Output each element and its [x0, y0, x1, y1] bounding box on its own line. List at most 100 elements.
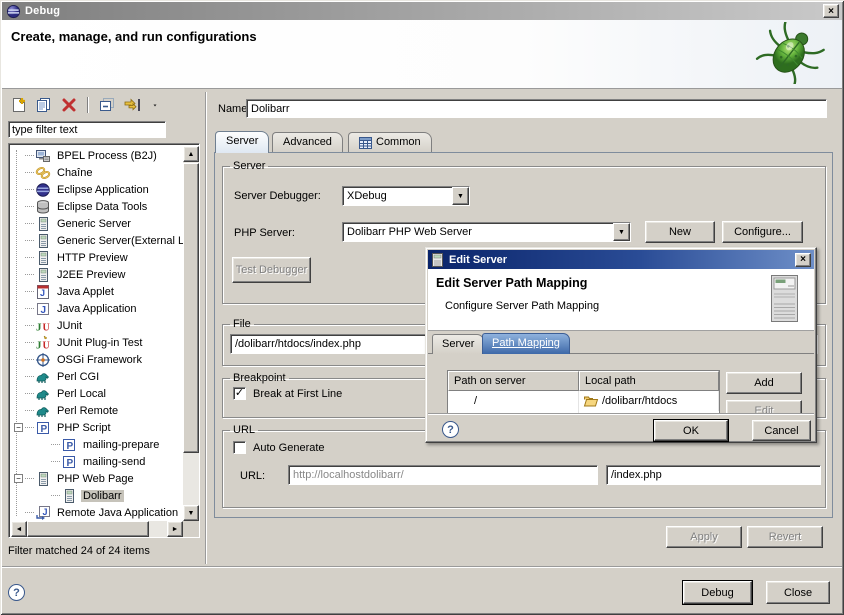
- php-server-combo[interactable]: Dolibarr PHP Web Server▼: [342, 222, 631, 242]
- tree-item[interactable]: Generic Server(External La: [11, 232, 183, 249]
- close-button[interactable]: Close: [766, 581, 830, 604]
- duplicate-icon[interactable]: [35, 97, 53, 114]
- tree-item-label: Java Applet: [55, 286, 116, 298]
- tab-common[interactable]: Common: [348, 132, 432, 153]
- table-row[interactable]: //dolibarr/htdocs: [448, 391, 719, 411]
- server-icon: [35, 233, 51, 249]
- svg-text:P: P: [41, 424, 48, 435]
- tab-advanced[interactable]: Advanced: [272, 132, 343, 153]
- tree-item[interactable]: Chaîne: [11, 164, 183, 181]
- page-title: Create, manage, and run configurations: [11, 29, 257, 44]
- tree-item[interactable]: Perl CGI: [11, 368, 183, 385]
- dialog-titlebar[interactable]: Edit Server ×: [428, 250, 814, 269]
- tree-vscrollbar-down-button[interactable]: ▼: [183, 505, 199, 521]
- tree-connector: [25, 189, 34, 190]
- tree-item[interactable]: JRemote Java Application: [11, 504, 183, 521]
- tree-connector: [25, 325, 34, 326]
- debug-button[interactable]: Debug: [683, 581, 752, 604]
- chevron-down-icon[interactable]: ▼: [613, 223, 630, 241]
- chain-icon: [35, 165, 51, 181]
- tree-hscrollbar-thumb[interactable]: [27, 521, 149, 537]
- ok-button[interactable]: OK: [654, 420, 728, 441]
- filter-input[interactable]: type filter text: [8, 121, 166, 138]
- dialog-tab-path-mapping[interactable]: Path Mapping: [482, 333, 570, 354]
- tree-item[interactable]: JUJUnit Plug-in Test: [11, 334, 183, 351]
- revert-button[interactable]: Revert: [747, 526, 823, 548]
- tree-item[interactable]: Pmailing-prepare: [11, 436, 183, 453]
- tree-item[interactable]: OSGi Framework: [11, 351, 183, 368]
- php-icon: P: [35, 420, 51, 436]
- tree-item[interactable]: Eclipse Data Tools: [11, 198, 183, 215]
- bottom-separator: [2, 566, 842, 568]
- tree-item[interactable]: BPEL Process (B2J): [11, 147, 183, 164]
- tree-item-label: Eclipse Application: [55, 184, 151, 196]
- svg-text:J: J: [43, 507, 48, 517]
- server-icon: [35, 250, 51, 266]
- break-first-line-label: Break at First Line: [253, 388, 342, 400]
- scrollbar-corner: [183, 521, 199, 537]
- tree-item-selected[interactable]: Dolibarr: [11, 487, 183, 504]
- help-button[interactable]: ?: [8, 584, 25, 601]
- menu-dropdown-icon[interactable]: [148, 97, 166, 114]
- dialog-title: Edit Server: [449, 254, 507, 266]
- tree-item[interactable]: J2EE Preview: [11, 266, 183, 283]
- url-path-input[interactable]: /index.php: [606, 465, 821, 485]
- tree-item[interactable]: JJava Application: [11, 300, 183, 317]
- window-titlebar[interactable]: Debug ×: [2, 2, 842, 20]
- url-label: URL:: [240, 470, 265, 482]
- auto-generate-label: Auto Generate: [253, 442, 325, 454]
- path-mapping-table: Path on serverLocal path//dolibarr/htdoc…: [447, 370, 720, 413]
- junit-icon: JU: [35, 318, 51, 334]
- column-header[interactable]: Local path: [579, 371, 719, 391]
- name-input[interactable]: Dolibarr: [246, 99, 827, 118]
- add-mapping-button[interactable]: Add: [726, 372, 802, 394]
- collapse-all-icon[interactable]: [98, 97, 116, 114]
- edit-mapping-button[interactable]: Edit: [726, 400, 802, 413]
- dialog-tab-server[interactable]: Server: [432, 334, 484, 354]
- tree-connector: [25, 206, 34, 207]
- tree-item[interactable]: HTTP Preview: [11, 249, 183, 266]
- tree-item[interactable]: Pmailing-send: [11, 453, 183, 470]
- tree-hscrollbar-right-button[interactable]: ►: [167, 521, 183, 537]
- tree-item[interactable]: −PPHP Script: [11, 419, 183, 436]
- tree-item-label: mailing-prepare: [81, 439, 161, 451]
- window-close-button[interactable]: ×: [823, 4, 839, 18]
- new-config-icon[interactable]: [10, 97, 28, 114]
- column-header[interactable]: Path on server: [448, 371, 579, 391]
- apply-button[interactable]: Apply: [666, 526, 742, 548]
- tree-vscrollbar-thumb[interactable]: [183, 163, 199, 453]
- collapse-toggle-icon[interactable]: −: [14, 423, 23, 432]
- tree-item[interactable]: Eclipse Application: [11, 181, 183, 198]
- filter-icon[interactable]: [123, 97, 141, 114]
- tree-item[interactable]: JUJUnit: [11, 317, 183, 334]
- tree-hscrollbar-left-button[interactable]: ◄: [11, 521, 27, 537]
- tree-item[interactable]: Generic Server: [11, 215, 183, 232]
- collapse-toggle-icon[interactable]: −: [14, 474, 23, 483]
- auto-generate-checkbox[interactable]: ✓: [233, 441, 246, 454]
- tree-item[interactable]: Perl Local: [11, 385, 183, 402]
- tree-vscrollbar-up-button[interactable]: ▲: [183, 146, 199, 162]
- tree-item-label: Generic Server(External La: [55, 235, 183, 247]
- delete-icon[interactable]: [60, 97, 78, 114]
- dialog-help-button[interactable]: ?: [442, 421, 459, 438]
- cancel-button[interactable]: Cancel: [752, 420, 811, 441]
- tree-item[interactable]: JJava Applet: [11, 283, 183, 300]
- eclipse-logo-icon: [5, 3, 21, 19]
- break-first-line-checkbox[interactable]: ✓: [233, 387, 246, 400]
- server-icon: [35, 267, 51, 283]
- server-debugger-combo[interactable]: XDebug▼: [342, 186, 470, 206]
- svg-text:P: P: [67, 458, 74, 469]
- dialog-button-bar: ? OK Cancel: [428, 413, 814, 442]
- tree-connector: [25, 291, 34, 292]
- new-server-button[interactable]: New: [645, 221, 715, 243]
- tab-server[interactable]: Server: [215, 131, 269, 153]
- dialog-close-button[interactable]: ×: [795, 253, 811, 267]
- tree-connector: [25, 410, 34, 411]
- tree-item[interactable]: Perl Remote: [11, 402, 183, 419]
- tree-item[interactable]: −PHP Web Page: [11, 470, 183, 487]
- path-on-server-cell: /: [448, 391, 579, 411]
- test-debugger-button[interactable]: Test Debugger: [232, 257, 311, 283]
- panel-sash[interactable]: [205, 92, 207, 564]
- chevron-down-icon[interactable]: ▼: [452, 187, 469, 205]
- configure-server-button[interactable]: Configure...: [722, 221, 803, 243]
